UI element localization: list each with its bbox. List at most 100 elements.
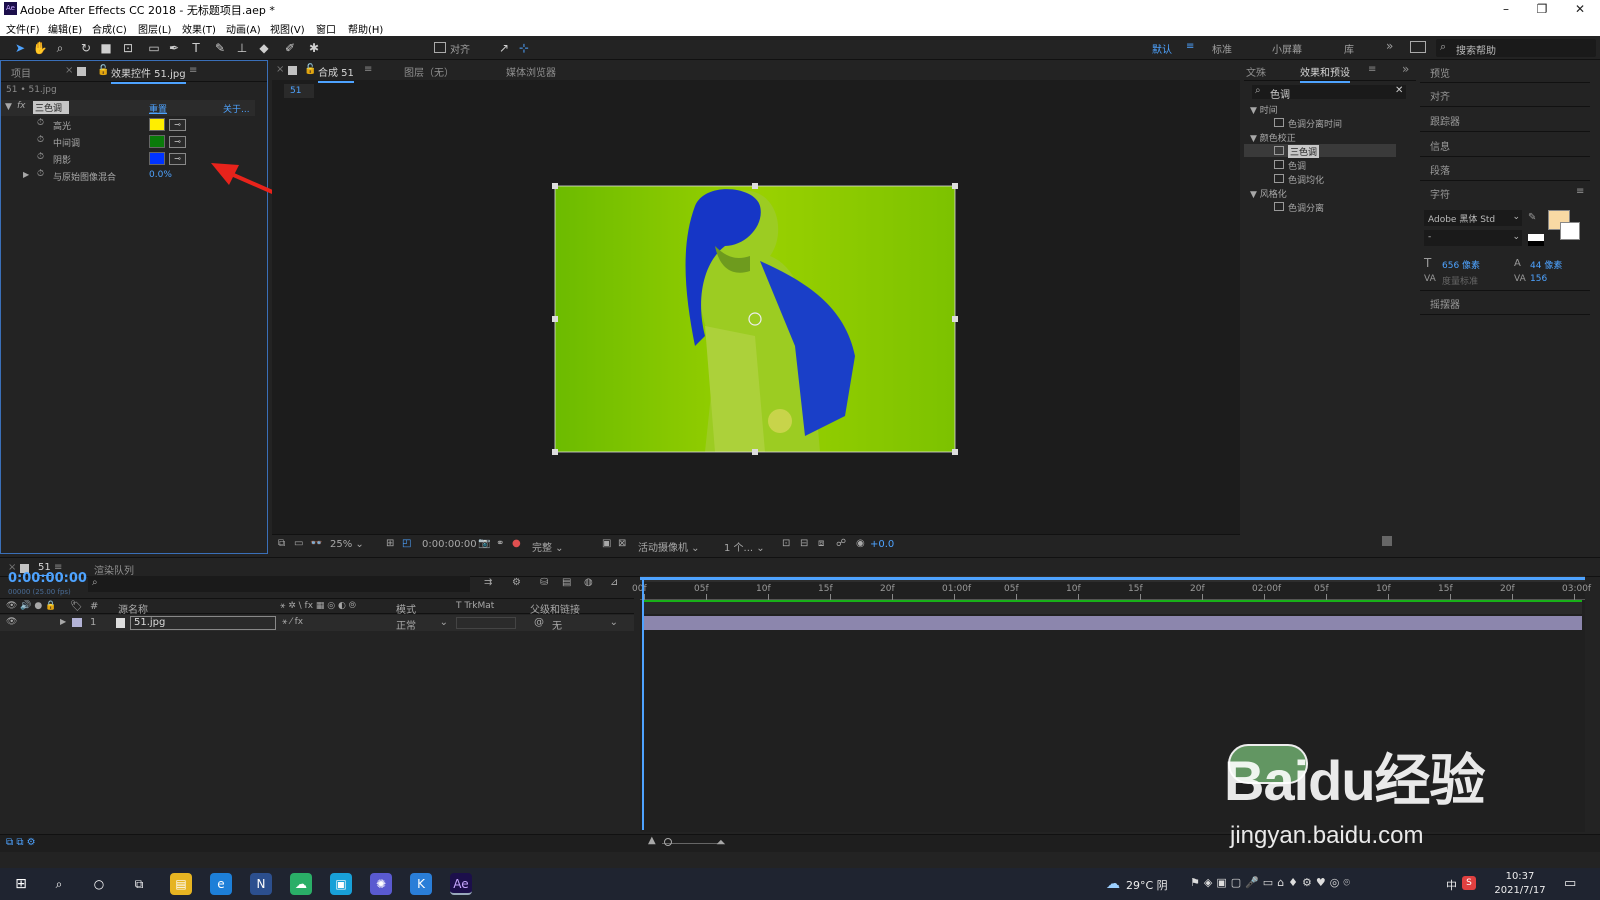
section-tracker[interactable]: 跟踪器 — [1430, 113, 1460, 128]
eyedropper-icon[interactable]: ⊸ — [169, 136, 186, 148]
eyedropper-icon[interactable]: ⊸ — [169, 119, 186, 131]
trkmat-header[interactable]: T TrkMat — [456, 601, 494, 611]
highlights-color-swatch[interactable] — [149, 118, 165, 131]
fast-preview-icon[interactable]: ⧈ — [818, 538, 824, 549]
section-wiggler[interactable]: 摇摆器 — [1430, 296, 1460, 311]
rectangle-tool-icon[interactable]: ▭ — [146, 40, 162, 56]
workspace-default[interactable]: 默认 — [1152, 41, 1172, 56]
lock-icon[interactable]: 🔓 — [304, 64, 316, 75]
section-info[interactable]: 信息 — [1430, 138, 1450, 153]
expand-icon[interactable]: ▼ — [5, 102, 12, 112]
weather-text[interactable]: 29°C 阴 — [1126, 877, 1168, 893]
app-icon[interactable]: K — [410, 873, 432, 895]
mode-select[interactable]: 正常 ⌄ — [396, 617, 448, 632]
effects-item[interactable]: 三色调 — [1244, 144, 1396, 158]
collapse-icon[interactable]: ▶ — [23, 170, 29, 179]
close-icon[interactable]: ✕ — [1562, 0, 1598, 18]
stopwatch-icon[interactable]: ⏱ — [37, 152, 44, 162]
motion-blur-icon[interactable]: ◍ — [584, 577, 593, 588]
clear-search-icon[interactable]: ✕ — [1395, 85, 1403, 96]
tab-render-queue[interactable]: 渲染队列 — [94, 562, 134, 577]
close-tab-icon[interactable]: × — [65, 65, 73, 76]
leading-value[interactable]: 44 像素 — [1530, 258, 1562, 271]
panel-menu-icon[interactable]: ≡ — [364, 64, 372, 75]
selection-tool-icon[interactable]: ➤ — [12, 40, 28, 56]
zoom-out-icon[interactable]: ▲ — [648, 835, 656, 846]
pen-tool-icon[interactable]: ✒ — [166, 40, 182, 56]
effects-item[interactable]: 色调均化 — [1244, 172, 1396, 186]
workspace-standard[interactable]: 标准 — [1212, 41, 1232, 56]
snap-options-icon[interactable]: ⊹ — [516, 40, 532, 56]
flowchart-icon[interactable]: ☍ — [836, 538, 846, 549]
about-link[interactable]: 关于... — [223, 102, 250, 115]
source-name-header[interactable]: 源名称 — [118, 601, 148, 616]
eyedropper-icon[interactable]: ✎ — [1528, 212, 1536, 223]
stopwatch-icon[interactable]: ⏱ — [37, 169, 44, 179]
parent-header[interactable]: 父级和链接 — [530, 601, 580, 616]
mode-header[interactable]: 模式 — [396, 601, 416, 616]
comp-chip[interactable]: 51 — [284, 84, 314, 98]
fit-icon[interactable]: ⊞ — [386, 538, 394, 549]
time-ruler[interactable]: 00f 05f 10f 15f 20f 01:00f 05f 10f 15f 20f 02:00f 0… — [632, 584, 1591, 600]
safe-zones-icon[interactable]: ◰ — [402, 538, 411, 549]
minimize-icon[interactable]: – — [1488, 0, 1524, 18]
zoom-in-icon[interactable]: ⏶ — [716, 835, 726, 850]
clock-date[interactable]: 2021/7/17 — [1490, 885, 1550, 896]
tab-media-browser[interactable]: 媒体浏览器 — [506, 64, 556, 79]
workspace-library[interactable]: 库 — [1344, 41, 1354, 56]
reset-link[interactable]: 重置 — [149, 102, 167, 115]
toggle-switches-icon[interactable]: ⧉ ⧉ ⚙ — [6, 837, 36, 848]
default-colors-icon[interactable] — [1528, 234, 1544, 246]
zoom-select[interactable]: 25% ⌄ — [330, 539, 382, 550]
clock-time[interactable]: 10:37 — [1490, 871, 1550, 882]
fx-toggle[interactable]: fx — [17, 101, 26, 111]
eyedropper-icon[interactable]: ⊸ — [169, 153, 186, 165]
tab-composition[interactable]: 合成 51 — [318, 64, 354, 83]
color-channel-icon[interactable]: ● — [512, 538, 521, 549]
panel-menu-icon[interactable]: ≡ — [189, 65, 197, 76]
task-view-icon[interactable]: ⧉ — [128, 873, 150, 895]
timecode[interactable]: 0:00:00:00 — [8, 571, 87, 586]
region-of-interest-icon[interactable]: ▣ — [602, 538, 611, 549]
windows-start-icon[interactable]: ⊞ — [10, 873, 32, 895]
roto-brush-tool-icon[interactable]: ✐ — [282, 40, 298, 56]
zoom-slider-handle[interactable] — [664, 838, 672, 846]
tab-text[interactable]: 文殊 — [1246, 64, 1266, 79]
menu-help[interactable]: 帮助(H) — [348, 21, 383, 36]
camera-tool-icon[interactable]: ■ — [98, 40, 114, 56]
eraser-tool-icon[interactable]: ◆ — [256, 40, 272, 56]
frame-blending-icon[interactable]: ▤ — [562, 577, 571, 588]
menu-window[interactable]: 窗口 — [316, 21, 336, 36]
effects-item[interactable]: 色调分离 — [1244, 200, 1396, 214]
camera-select[interactable]: 活动摄像机 ⌄ — [638, 539, 718, 554]
layer-name[interactable]: 51.jpg — [130, 616, 276, 630]
tray-icons[interactable]: ⚑◈▣▢🎤▭⌂♦⚙♥◎⌾ — [1190, 876, 1354, 890]
shadows-color-swatch[interactable] — [149, 152, 165, 165]
current-time[interactable]: 0:00:00:00 — [422, 539, 477, 550]
section-align[interactable]: 对齐 — [1430, 88, 1450, 103]
effects-category[interactable]: ▼ 时间 — [1244, 102, 1396, 116]
exposure-icon[interactable]: ◉ — [856, 538, 865, 549]
effects-search-field[interactable]: ⌕ 色调 ✕ — [1252, 85, 1406, 101]
ime-indicator[interactable]: 中 — [1446, 877, 1457, 893]
menu-view[interactable]: 视图(V) — [270, 21, 305, 36]
workspace-layout-icon[interactable] — [1410, 41, 1426, 53]
menu-effect[interactable]: 效果(T) — [182, 21, 216, 36]
menu-layer[interactable]: 图层(L) — [138, 21, 171, 36]
layer-selection-handles[interactable] — [552, 183, 958, 455]
wechat-icon[interactable]: ☁ — [290, 873, 312, 895]
panel-menu-icon[interactable]: ≡ — [1368, 64, 1376, 75]
reset-exposure-icon[interactable]: ⊟ — [800, 538, 808, 549]
maximize-icon[interactable]: ❐ — [1524, 0, 1560, 18]
menu-composition[interactable]: 合成(C) — [92, 21, 127, 36]
expand-layer-icon[interactable]: ▶ — [60, 617, 66, 626]
app-icon[interactable]: ✺ — [370, 873, 392, 895]
file-explorer-icon[interactable]: ▤ — [170, 873, 192, 895]
views-select[interactable]: 1 个... ⌄ — [724, 539, 776, 554]
vr-icon[interactable]: 👓 — [310, 538, 322, 549]
layer-label-color[interactable] — [72, 618, 82, 627]
clone-stamp-tool-icon[interactable]: ⊥ — [234, 40, 250, 56]
hand-tool-icon[interactable]: ✋ — [32, 40, 48, 56]
rotate-tool-icon[interactable]: ↻ — [78, 40, 94, 56]
transparency-grid-icon[interactable]: ⊠ — [618, 538, 626, 549]
